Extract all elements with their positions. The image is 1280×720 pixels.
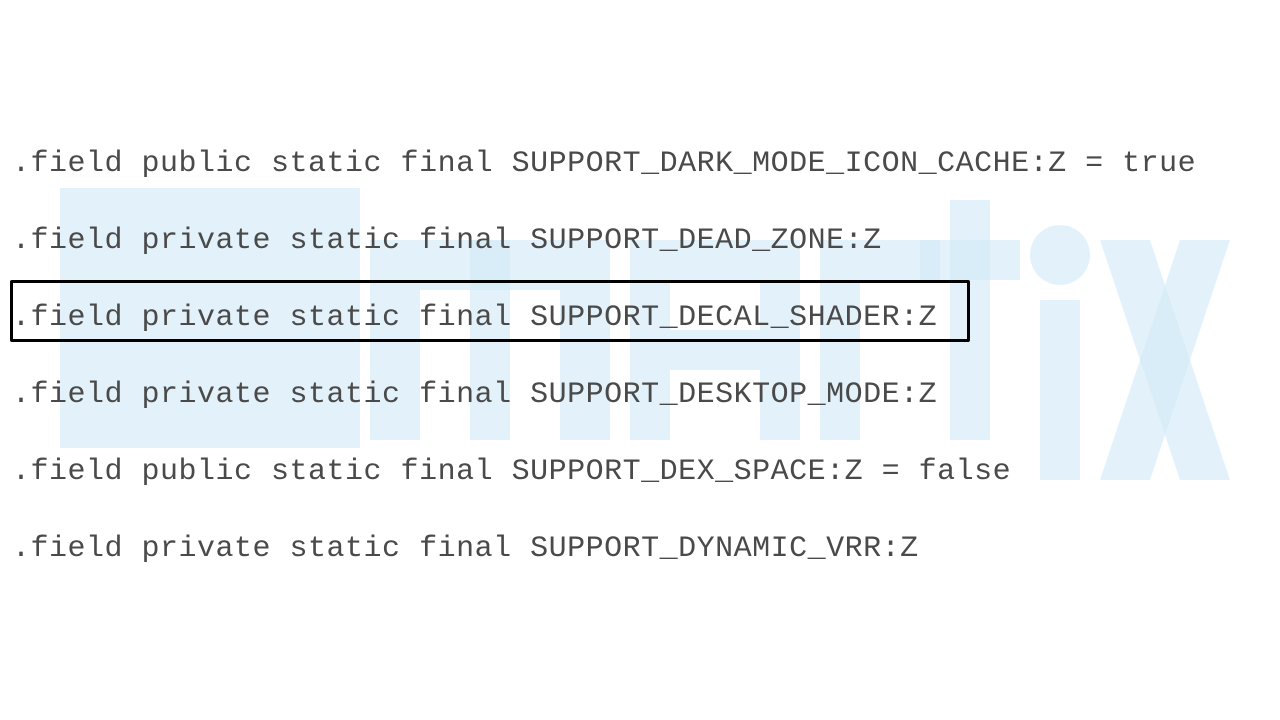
code-line: .field private static final SUPPORT_DESK…	[12, 379, 1280, 412]
code-block: .field public static final SUPPORT_DARK_…	[0, 0, 1280, 566]
code-line: .field public static final SUPPORT_DEX_S…	[12, 456, 1280, 489]
code-line: .field private static final SUPPORT_DYNA…	[12, 533, 1280, 566]
code-line: .field private static final SUPPORT_DECA…	[12, 302, 1280, 335]
code-line: .field public static final SUPPORT_DARK_…	[12, 148, 1280, 181]
code-line: .field private static final SUPPORT_DEAD…	[12, 225, 1280, 258]
